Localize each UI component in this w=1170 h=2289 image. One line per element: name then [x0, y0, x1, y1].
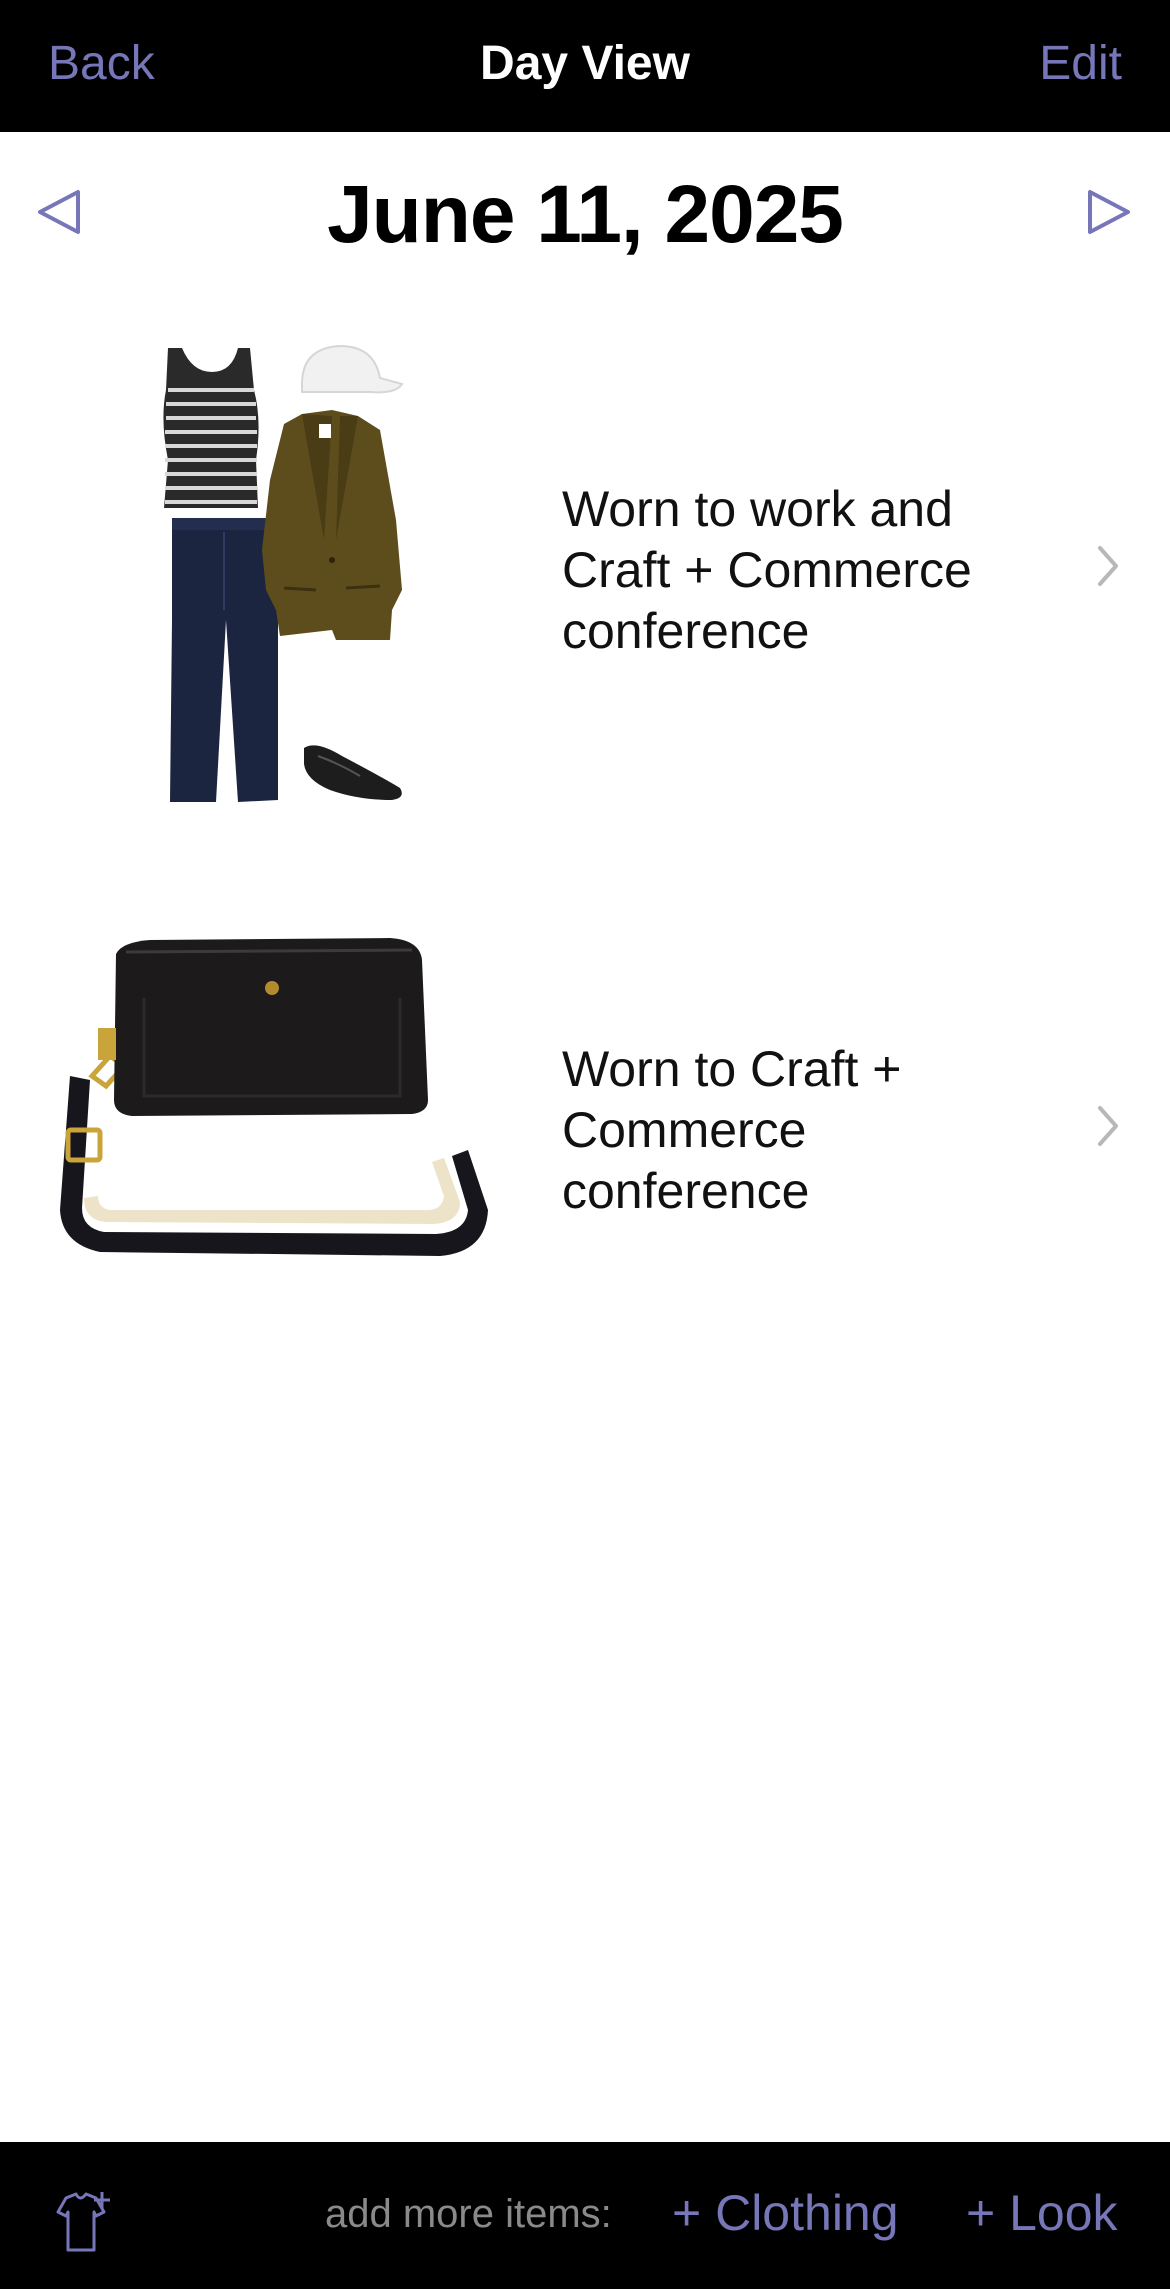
add-more-items-label: add more items:: [325, 2192, 612, 2236]
day-view-screen: Back Day View Edit June 11, 2025 Worn to…: [0, 0, 1170, 2289]
worn-entry-row[interactable]: Worn to Craft + Commerce conference: [0, 880, 1170, 1380]
flare-jeans: [170, 518, 278, 802]
add-look-button[interactable]: + Look: [966, 2184, 1118, 2242]
date-header: June 11, 2025: [0, 160, 1170, 270]
entry-note: Worn to Craft + Commerce conference: [562, 1040, 902, 1219]
date-title: June 11, 2025: [327, 169, 844, 260]
white-cap: [301, 344, 404, 394]
black-crossbody-bag-image: [60, 938, 488, 1256]
add-clothing-button[interactable]: + Clothing: [672, 2184, 899, 2242]
bottom-toolbar: add more items: + Clothing + Look: [0, 2142, 1170, 2289]
olive-blazer: [262, 410, 402, 640]
back-button[interactable]: Back: [48, 36, 155, 91]
striped-tank-top: [163, 348, 259, 508]
edit-button[interactable]: Edit: [1039, 36, 1122, 91]
page-title: Day View: [480, 37, 690, 90]
top-nav-bar: Back Day View Edit: [0, 0, 1170, 132]
outfit-look-image: [163, 344, 404, 802]
chevron-right-icon: [1098, 1106, 1118, 1146]
next-day-icon[interactable]: [1084, 188, 1132, 236]
crossbody-bag: [60, 938, 488, 1256]
black-flats: [304, 745, 402, 800]
worn-entry-row[interactable]: Worn to work and Craft + Commerce confer…: [0, 320, 1170, 820]
entry-note: Worn to work and Craft + Commerce confer…: [562, 480, 972, 659]
chevron-right-icon: [1098, 546, 1118, 586]
shirt-add-icon[interactable]: [46, 2188, 116, 2258]
